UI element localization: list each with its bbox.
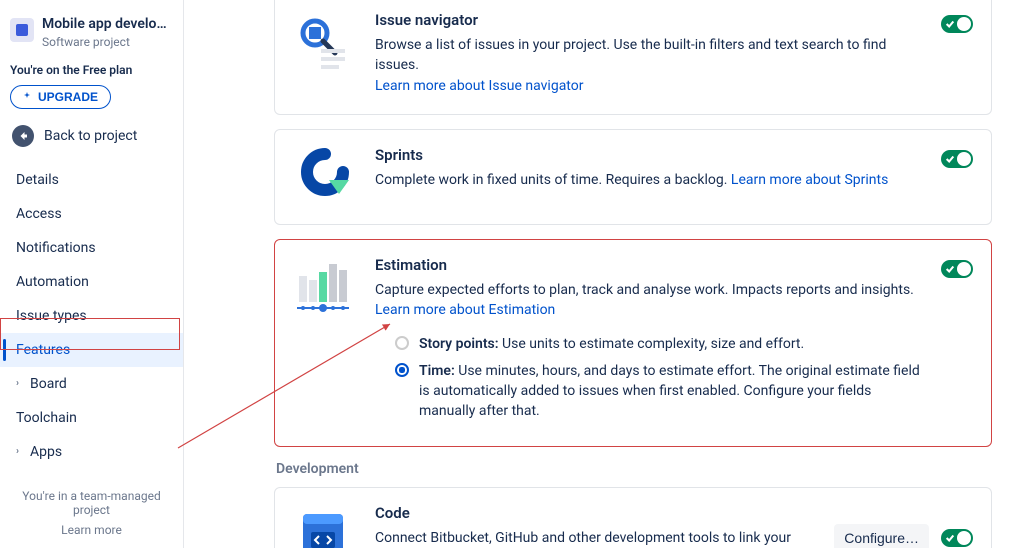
project-subtitle: Software project — [42, 35, 172, 49]
sidebar-item-features[interactable]: Features — [0, 333, 183, 367]
sidebar-item-apps[interactable]: ›Apps — [0, 435, 183, 469]
settings-nav: Details Access Notifications Automation … — [0, 161, 183, 469]
card-title: Sprints — [375, 146, 923, 164]
issue-navigator-icon — [293, 11, 357, 71]
option-time[interactable]: Time: Use minutes, hours, and days to es… — [395, 361, 923, 422]
card-issue-navigator: Issue navigator Browse a list of issues … — [274, 0, 992, 115]
back-to-project[interactable]: Back to project — [0, 119, 183, 157]
toggle-code[interactable] — [941, 529, 973, 547]
section-development: Development — [276, 461, 992, 477]
option-label: Story points: — [419, 336, 499, 352]
sidebar-item-automation[interactable]: Automation — [0, 265, 183, 299]
footer-line: You're in a team-managed project — [22, 489, 160, 517]
project-header[interactable]: Mobile app developme… Software project — [0, 10, 183, 55]
card-desc: Capture expected efforts to plan, track … — [375, 282, 914, 298]
sidebar-footer: You're in a team-managed project Learn m… — [0, 469, 183, 548]
plan-line: You're on the Free plan — [0, 55, 183, 81]
project-title: Mobile app developme… — [42, 16, 172, 33]
sidebar-item-toolchain[interactable]: Toolchain — [0, 401, 183, 435]
sidebar-item-access[interactable]: Access — [0, 197, 183, 231]
card-desc: Browse a list of issues in your project.… — [375, 37, 886, 73]
card-estimation: Estimation Capture expected efforts to p… — [274, 239, 992, 447]
card-desc: Connect Bitbucket, GitHub and other deve… — [375, 530, 791, 548]
card-code: Code Connect Bitbucket, GitHub and other… — [274, 487, 992, 548]
code-icon — [293, 504, 357, 548]
chevron-right-icon: › — [16, 446, 24, 457]
card-desc: Complete work in fixed units of time. Re… — [375, 172, 731, 188]
upgrade-button[interactable]: UPGRADE — [10, 85, 111, 109]
option-story-points[interactable]: Story points: Use units to estimate comp… — [395, 334, 923, 354]
sparkle-icon — [21, 91, 33, 103]
option-desc: Use units to estimate complexity, size a… — [499, 336, 805, 352]
sidebar-item-issue-types[interactable]: Issue types — [0, 299, 183, 333]
toggle-estimation[interactable] — [941, 260, 973, 278]
project-avatar-icon — [10, 18, 34, 42]
sprint-icon — [293, 146, 357, 206]
estimation-icon — [293, 256, 357, 316]
option-desc: Use minutes, hours, and days to estimate… — [419, 363, 920, 420]
back-label: Back to project — [44, 128, 137, 144]
sidebar-item-board[interactable]: ›Board — [0, 367, 183, 401]
radio-checked-icon — [395, 363, 409, 377]
back-arrow-icon — [12, 125, 34, 147]
learn-more-link[interactable]: Learn more about Issue navigator — [375, 78, 583, 94]
option-label: Time: — [419, 363, 455, 379]
main-content: Issue navigator Browse a list of issues … — [184, 0, 1020, 548]
learn-more-link[interactable]: Learn more about Estimation — [375, 302, 555, 318]
sidebar-item-notifications[interactable]: Notifications — [0, 231, 183, 265]
toggle-sprints[interactable] — [941, 150, 973, 168]
chevron-right-icon: › — [16, 378, 24, 389]
footer-learn-more-link[interactable]: Learn more — [10, 523, 173, 537]
card-title: Estimation — [375, 256, 923, 274]
toggle-issue-navigator[interactable] — [941, 15, 973, 33]
card-title: Code — [375, 504, 816, 522]
learn-more-link[interactable]: Learn more about Sprints — [731, 172, 888, 188]
sidebar-item-details[interactable]: Details — [0, 163, 183, 197]
card-title: Issue navigator — [375, 11, 923, 29]
upgrade-label: UPGRADE — [38, 90, 98, 104]
card-sprints: Sprints Complete work in fixed units of … — [274, 129, 992, 225]
estimation-options: Story points: Use units to estimate comp… — [395, 334, 923, 421]
configure-button[interactable]: Configure… — [834, 524, 929, 548]
radio-unchecked-icon — [395, 336, 409, 350]
sidebar: Mobile app developme… Software project Y… — [0, 0, 184, 548]
